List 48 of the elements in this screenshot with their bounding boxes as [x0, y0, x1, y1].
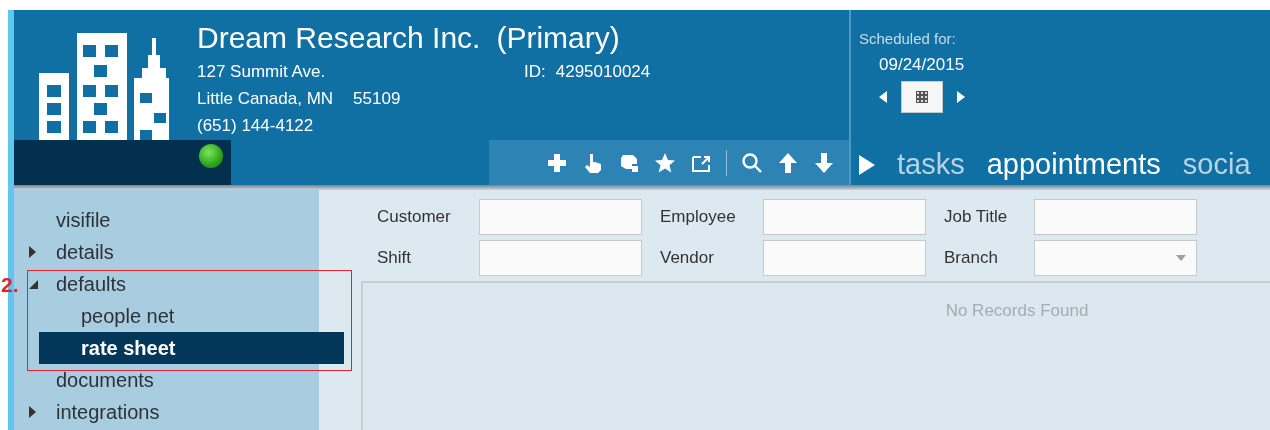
- down-arrow-icon[interactable]: [813, 151, 835, 174]
- schedule-date: 09/24/2015: [879, 55, 966, 75]
- field-label: Shift: [377, 247, 413, 269]
- input-field[interactable]: [763, 199, 926, 235]
- input-field[interactable]: [763, 240, 926, 276]
- address-line: 127 Summit Ave.: [197, 61, 327, 83]
- annotation-label: 2.: [1, 273, 19, 297]
- sidebar-item[interactable]: people net: [39, 300, 344, 332]
- sidebar-item[interactable]: documents: [14, 364, 319, 396]
- address-line: Little Canada, MN: [197, 88, 334, 110]
- expand-arrow-icon: [29, 406, 36, 418]
- field-label: Employee: [659, 206, 737, 228]
- up-arrow-icon[interactable]: [777, 151, 799, 174]
- phone-number: (651) 144-4122: [197, 115, 315, 137]
- field-label: Branch: [943, 247, 999, 269]
- sidebar-item[interactable]: rate sheet: [39, 332, 344, 364]
- buildings-icon: [39, 33, 169, 140]
- calendar-icon: [916, 91, 928, 103]
- play-icon[interactable]: [859, 154, 875, 175]
- plus-icon[interactable]: [546, 151, 568, 174]
- next-arrow-icon[interactable]: [957, 91, 965, 103]
- field-label: Job Title: [943, 206, 1009, 228]
- sidebar-item[interactable]: details: [14, 236, 319, 268]
- id-value: 4295010024: [555, 61, 651, 83]
- dropdown-field[interactable]: [1034, 240, 1197, 276]
- previous-arrow-icon[interactable]: [879, 91, 887, 103]
- search-icon[interactable]: [741, 151, 763, 174]
- empty-message: No Records Found: [944, 301, 1090, 321]
- hand-pointer-icon[interactable]: [582, 151, 604, 174]
- input-field[interactable]: [479, 199, 642, 235]
- company-name: Dream Research Inc.: [197, 20, 481, 56]
- zip-code: 55109: [353, 88, 401, 110]
- status-light-icon: [199, 144, 223, 168]
- tab[interactable]: appointments: [986, 148, 1161, 181]
- company-designation: (Primary): [496, 20, 620, 56]
- field-label: Customer: [377, 206, 452, 228]
- field-label: Vendor: [659, 247, 715, 269]
- star-icon[interactable]: [654, 151, 676, 174]
- collapse-arrow-icon: [29, 279, 38, 289]
- sidebar-item[interactable]: integrations: [14, 396, 319, 428]
- calendar-button[interactable]: [901, 81, 943, 113]
- sidebar-item[interactable]: visifile: [14, 204, 319, 236]
- input-field[interactable]: [1034, 199, 1197, 235]
- id-label: ID:: [524, 61, 546, 83]
- caret-icon: [1176, 255, 1186, 261]
- schedule-label: Scheduled for:: [859, 30, 957, 47]
- input-field[interactable]: [479, 240, 642, 276]
- expand-arrow-icon: [29, 246, 36, 258]
